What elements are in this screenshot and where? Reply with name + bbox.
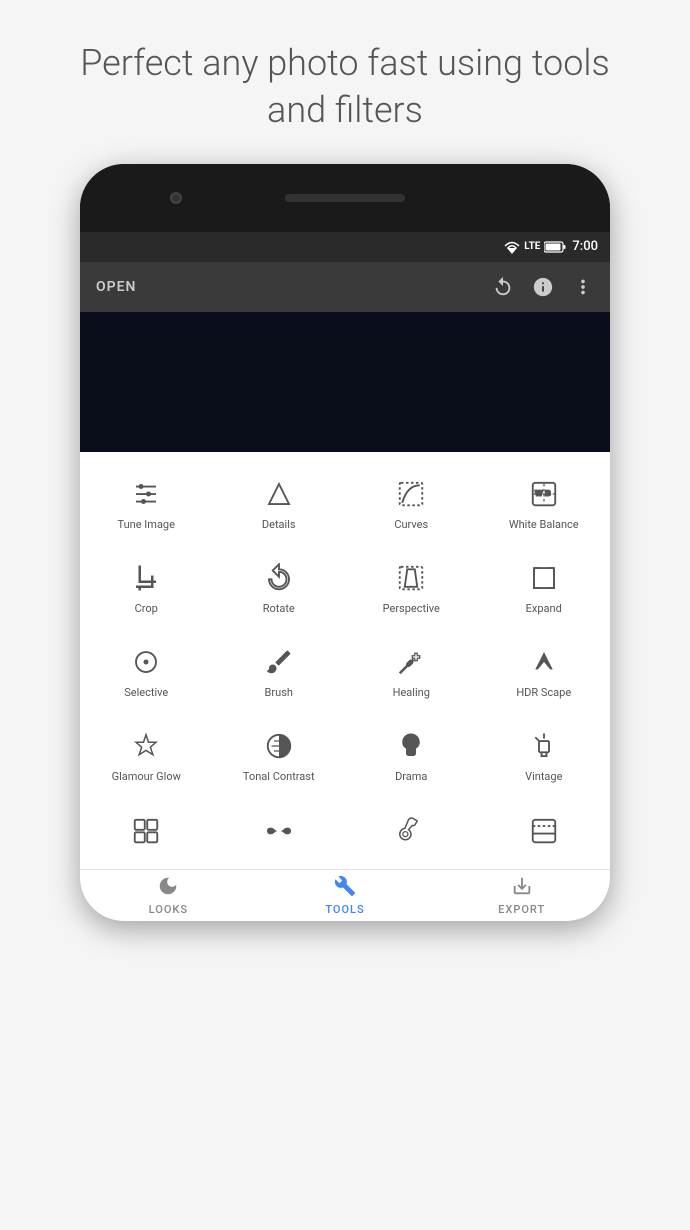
topbar-icons (492, 276, 594, 298)
tool-details[interactable]: Details (213, 462, 346, 546)
lte-icon: LTE (524, 241, 540, 252)
tool-white-balance[interactable]: W B White Balance (478, 462, 611, 546)
status-bar: LTE 7:00 (80, 232, 610, 262)
tool-portrait[interactable] (478, 799, 611, 869)
rotate-label: Rotate (263, 602, 295, 616)
crop-label: Crop (135, 602, 158, 616)
tonal-contrast-icon (261, 728, 297, 764)
svg-text:W: W (535, 488, 543, 497)
brush-label: Brush (265, 686, 293, 700)
drama-label: Drama (395, 770, 427, 784)
headline: Perfect any photo fast using tools and f… (0, 0, 690, 164)
tool-hdr-scape[interactable]: HDR Scape (478, 630, 611, 714)
details-label: Details (262, 518, 296, 532)
tool-selective[interactable]: Selective (80, 630, 213, 714)
tool-vintage[interactable]: Vintage (478, 714, 611, 798)
expand-label: Expand (526, 602, 562, 616)
nav-tools[interactable]: TOOLS (257, 870, 434, 921)
perspective-label: Perspective (383, 602, 440, 616)
healing-icon (393, 644, 429, 680)
curves-label: Curves (394, 518, 428, 532)
curves-icon (393, 476, 429, 512)
wifi-icon (504, 240, 520, 254)
phone-frame: LTE 7:00 OPEN (80, 164, 610, 921)
tool-healing[interactable]: Healing (345, 630, 478, 714)
rotate-icon (261, 560, 297, 596)
tool-rotate[interactable]: Rotate (213, 546, 346, 630)
tool-mustache[interactable] (213, 799, 346, 869)
svg-text:B: B (545, 488, 551, 497)
tool-perspective[interactable]: Perspective (345, 546, 478, 630)
tool-crop[interactable]: Crop (80, 546, 213, 630)
hdr-scape-label: HDR Scape (516, 686, 571, 700)
looks-nav-label: LOOKS (149, 903, 188, 916)
glamour-glow-icon (128, 728, 164, 764)
phone-speaker (285, 194, 405, 202)
nav-looks[interactable]: LOOKS (80, 870, 257, 921)
tools-panel: Tune Image Details Curves (80, 452, 610, 921)
tool-drama[interactable]: Drama (345, 714, 478, 798)
tune-image-label: Tune Image (118, 518, 175, 532)
bottom-nav: LOOKS TOOLS EXPORT (80, 869, 610, 921)
looks-grid-icon (128, 813, 164, 849)
export-icon (511, 875, 533, 901)
photo-area (80, 312, 610, 452)
tool-curves[interactable]: Curves (345, 462, 478, 546)
open-button[interactable]: OPEN (96, 279, 136, 295)
tool-tonal-contrast[interactable]: Tonal Contrast (213, 714, 346, 798)
tool-expand[interactable]: Expand (478, 546, 611, 630)
status-icons: LTE (504, 240, 566, 254)
selective-icon (128, 644, 164, 680)
battery-icon (544, 241, 566, 253)
crop-icon (128, 560, 164, 596)
phone-camera (170, 192, 182, 204)
tool-guitar[interactable] (345, 799, 478, 869)
tool-brush[interactable]: Brush (213, 630, 346, 714)
tools-icon (334, 875, 356, 901)
export-nav-label: EXPORT (498, 903, 545, 916)
tool-glamour-glow[interactable]: Glamour Glow (80, 714, 213, 798)
nav-export[interactable]: EXPORT (433, 870, 610, 921)
portrait-icon (526, 813, 562, 849)
guitar-icon (393, 813, 429, 849)
tools-grid: Tune Image Details Curves (80, 462, 610, 869)
info-icon[interactable] (532, 276, 554, 298)
more-icon[interactable] (572, 276, 594, 298)
details-icon (261, 476, 297, 512)
brush-icon (261, 644, 297, 680)
tonal-contrast-label: Tonal Contrast (243, 770, 315, 784)
app-topbar: OPEN (80, 262, 610, 312)
vintage-label: Vintage (525, 770, 562, 784)
tune-image-icon (128, 476, 164, 512)
vintage-icon (526, 728, 562, 764)
hdr-scape-icon (526, 644, 562, 680)
perspective-icon (393, 560, 429, 596)
phone-top (80, 164, 610, 232)
status-time: 7:00 (572, 239, 598, 254)
looks-icon (157, 875, 179, 901)
history-icon[interactable] (492, 276, 514, 298)
white-balance-icon: W B (526, 476, 562, 512)
healing-label: Healing (393, 686, 430, 700)
drama-icon (393, 728, 429, 764)
tools-nav-label: TOOLS (325, 903, 364, 916)
expand-icon (526, 560, 562, 596)
mustache-icon (261, 813, 297, 849)
white-balance-label: White Balance (509, 518, 579, 532)
glamour-glow-label: Glamour Glow (112, 770, 181, 784)
tool-tune-image[interactable]: Tune Image (80, 462, 213, 546)
tool-looks-grid[interactable] (80, 799, 213, 869)
selective-label: Selective (124, 686, 168, 700)
